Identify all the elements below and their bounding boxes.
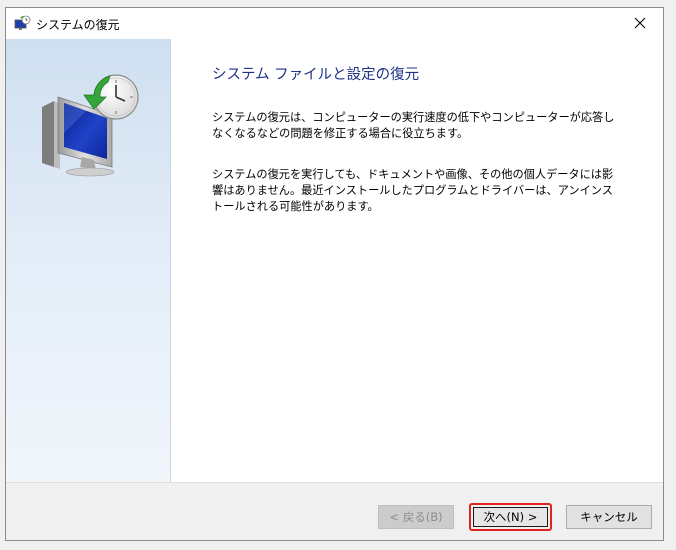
side-banner [6,39,171,482]
close-icon [634,14,646,33]
back-button[interactable]: < 戻る(B) [378,505,454,529]
wizard-content: システム ファイルと設定の復元 システムの復元は、コンピューターの実行速度の低下… [6,39,663,482]
page-heading: システム ファイルと設定の復元 [212,67,420,83]
close-button[interactable] [617,8,663,39]
system-restore-monitor-clock-icon [34,67,144,177]
system-restore-icon [14,15,31,32]
title-bar: システムの復元 [6,8,663,39]
system-restore-window: システムの復元 システム ファイルと設定の復元 システムの復元は、コンピューター… [5,7,664,541]
window-title: システムの復元 [36,18,120,32]
cancel-button[interactable]: キャンセル [566,505,652,529]
next-button[interactable]: 次へ(N) > [469,503,552,531]
next-button-label: 次へ(N) > [473,507,548,527]
wizard-footer: < 戻る(B) 次へ(N) > キャンセル [6,482,663,540]
description-paragraph-1: システムの復元は、コンピューターの実行速度の低下やコンピューターが応答しなくなる… [212,111,615,140]
description-paragraph-2: システムの復元を実行しても、ドキュメントや画像、その他の個人データには影響はあり… [212,168,614,213]
